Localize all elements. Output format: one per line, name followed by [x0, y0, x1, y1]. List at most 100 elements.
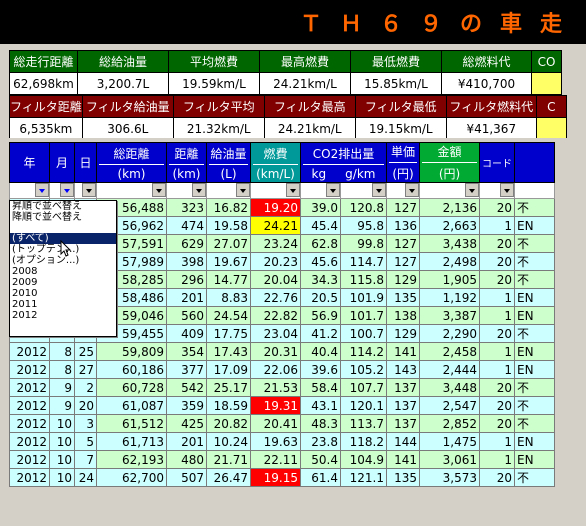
cell-amount[interactable]: 1,475	[419, 432, 480, 451]
filter-dropdown-economy[interactable]	[286, 183, 300, 197]
cell-month[interactable]: 9	[49, 396, 75, 415]
cell-fuel[interactable]: 10.24	[206, 432, 251, 451]
cell-day[interactable]: 5	[74, 432, 97, 451]
filter-dropdown-price[interactable]	[405, 183, 419, 197]
cell-co2-gkm[interactable]: 100.7	[340, 324, 387, 343]
cell-co2-kg[interactable]: 20.5	[300, 288, 341, 307]
cell-fuel[interactable]: 20.82	[206, 414, 251, 433]
cell-year[interactable]: 2012	[9, 450, 50, 469]
cell-amount[interactable]: 3,438	[419, 234, 480, 253]
cell-amount[interactable]: 2,547	[419, 396, 480, 415]
cell-co2-gkm[interactable]: 101.9	[340, 288, 387, 307]
cell-economy[interactable]: 21.53	[250, 378, 301, 397]
cell-code[interactable]: 1	[479, 306, 515, 325]
cell-day[interactable]: 2	[74, 378, 97, 397]
cell-status[interactable]: EN	[514, 288, 555, 307]
cell-distance[interactable]: 480	[166, 450, 207, 469]
cell-distance[interactable]: 629	[166, 234, 207, 253]
cell-economy[interactable]: 22.11	[250, 450, 301, 469]
cell-co2-gkm[interactable]: 115.8	[340, 270, 387, 289]
sort-ascending-item[interactable]: 昇順で並べ替え	[10, 201, 116, 212]
cell-day[interactable]: 24	[74, 468, 97, 487]
cell-code[interactable]: 20	[479, 234, 515, 253]
cell-economy[interactable]: 24.21	[250, 216, 301, 235]
cell-price[interactable]: 137	[386, 396, 420, 415]
cell-economy[interactable]: 22.76	[250, 288, 301, 307]
cell-year[interactable]: 2012	[9, 414, 50, 433]
cell-distance[interactable]: 377	[166, 360, 207, 379]
cell-year[interactable]: 2012	[9, 468, 50, 487]
cell-price[interactable]: 135	[386, 468, 420, 487]
cell-economy[interactable]: 19.15	[250, 468, 301, 487]
cell-co2-gkm[interactable]: 99.8	[340, 234, 387, 253]
cell-price[interactable]: 135	[386, 288, 420, 307]
cell-economy[interactable]: 19.63	[250, 432, 301, 451]
cell-day[interactable]: 27	[74, 360, 97, 379]
cell-amount[interactable]: 2,663	[419, 216, 480, 235]
filter-dropdown-amount[interactable]	[465, 183, 479, 197]
filter-dropdown-year[interactable]	[35, 183, 49, 197]
cell-status[interactable]: 不	[514, 468, 555, 487]
cell-co2-gkm[interactable]: 104.9	[340, 450, 387, 469]
cell-status[interactable]: 不	[514, 324, 555, 343]
cell-status[interactable]: 不	[514, 234, 555, 253]
cell-fuel[interactable]: 17.43	[206, 342, 251, 361]
cell-price[interactable]: 127	[386, 252, 420, 271]
cell-distance[interactable]: 474	[166, 216, 207, 235]
cell-month[interactable]: 10	[49, 468, 75, 487]
cell-amount[interactable]: 2,290	[419, 324, 480, 343]
cell-code[interactable]: 1	[479, 216, 515, 235]
cell-fuel[interactable]: 8.83	[206, 288, 251, 307]
cell-month[interactable]: 10	[49, 450, 75, 469]
cell-status[interactable]: EN	[514, 342, 555, 361]
cell-year[interactable]: 2012	[9, 360, 50, 379]
cell-code[interactable]: 1	[479, 450, 515, 469]
filter-dropdown-total[interactable]	[152, 183, 166, 197]
cell-month[interactable]: 10	[49, 414, 75, 433]
cell-price[interactable]: 137	[386, 414, 420, 433]
cell-distance[interactable]: 201	[166, 288, 207, 307]
cell-economy[interactable]: 20.04	[250, 270, 301, 289]
cell-total[interactable]: 60,186	[96, 360, 167, 379]
cell-fuel[interactable]: 27.07	[206, 234, 251, 253]
cell-day[interactable]: 7	[74, 450, 97, 469]
cell-distance[interactable]: 323	[166, 198, 207, 217]
cell-amount[interactable]: 3,387	[419, 306, 480, 325]
cell-total[interactable]: 62,193	[96, 450, 167, 469]
cell-code[interactable]: 20	[479, 468, 515, 487]
cell-month[interactable]: 9	[49, 378, 75, 397]
cell-co2-kg[interactable]: 62.8	[300, 234, 341, 253]
cell-distance[interactable]: 425	[166, 414, 207, 433]
cell-total[interactable]: 60,728	[96, 378, 167, 397]
cell-co2-kg[interactable]: 45.6	[300, 252, 341, 271]
cell-status[interactable]: EN	[514, 450, 555, 469]
cell-fuel[interactable]: 16.82	[206, 198, 251, 217]
cell-code[interactable]: 20	[479, 396, 515, 415]
cell-price[interactable]: 141	[386, 450, 420, 469]
cell-co2-gkm[interactable]: 118.2	[340, 432, 387, 451]
cell-year[interactable]: 2012	[9, 342, 50, 361]
cell-distance[interactable]: 409	[166, 324, 207, 343]
cell-amount[interactable]: 1,192	[419, 288, 480, 307]
cell-price[interactable]: 129	[386, 270, 420, 289]
cell-price[interactable]: 129	[386, 324, 420, 343]
cell-price[interactable]: 138	[386, 306, 420, 325]
sort-descending-item[interactable]: 降順で並べ替え	[10, 212, 116, 223]
cell-co2-kg[interactable]: 45.4	[300, 216, 341, 235]
filter-value-item[interactable]: 2012	[10, 310, 116, 321]
cell-economy[interactable]: 23.04	[250, 324, 301, 343]
cell-amount[interactable]: 3,573	[419, 468, 480, 487]
cell-co2-gkm[interactable]: 120.8	[340, 198, 387, 217]
cell-amount[interactable]: 2,852	[419, 414, 480, 433]
cell-co2-kg[interactable]: 39.0	[300, 198, 341, 217]
cell-total[interactable]: 61,713	[96, 432, 167, 451]
cell-fuel[interactable]: 14.77	[206, 270, 251, 289]
cell-code[interactable]: 20	[479, 270, 515, 289]
cell-co2-kg[interactable]: 58.4	[300, 378, 341, 397]
cell-economy[interactable]: 20.31	[250, 342, 301, 361]
cell-status[interactable]: EN	[514, 360, 555, 379]
cell-price[interactable]: 143	[386, 360, 420, 379]
cell-amount[interactable]: 2,444	[419, 360, 480, 379]
cell-distance[interactable]: 507	[166, 468, 207, 487]
cell-economy[interactable]: 19.31	[250, 396, 301, 415]
